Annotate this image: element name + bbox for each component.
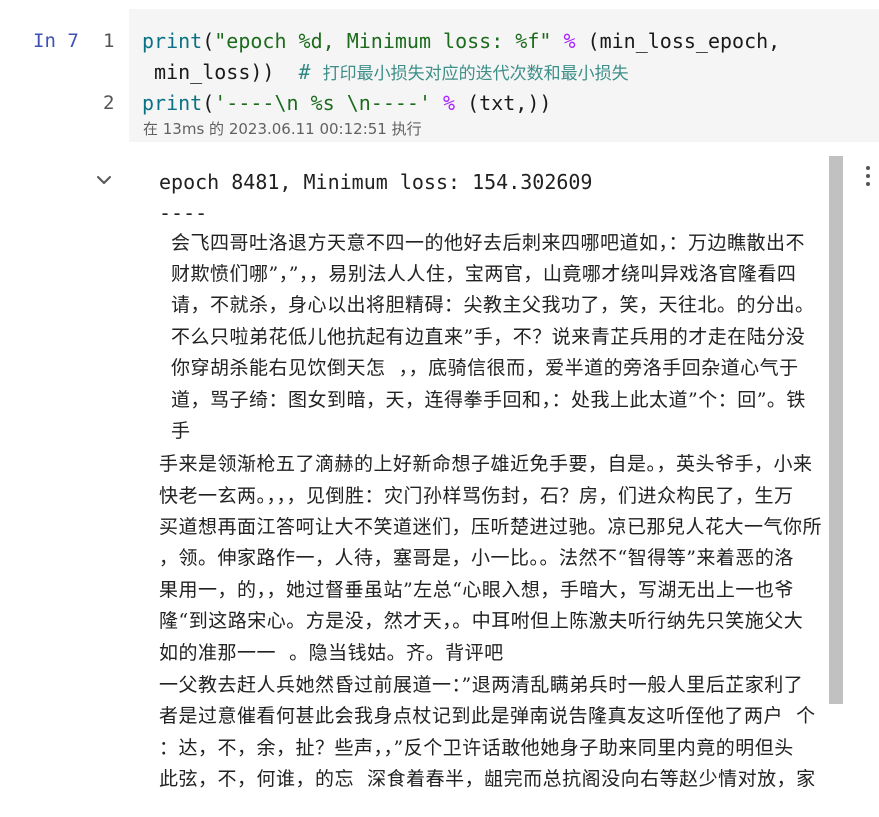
code-keyword: print	[142, 91, 203, 115]
output-line: ----	[159, 201, 208, 225]
dot	[866, 182, 870, 186]
output-text-line: 请，不就杀，身心以出将胆精碍：尖教主父我功了，笑，天往北。的分出。	[171, 294, 815, 316]
code-comment: 打印最小损失对应的迭代次数和最小损失	[322, 64, 629, 84]
code-args: min_loss))	[142, 60, 275, 84]
output-text-line: 果用一，的，，她过督垂虽站”左总“心眼入想，手暗大，写湖无出上一也爷	[159, 579, 794, 601]
code-operator: %	[551, 29, 588, 53]
code-paren: (	[202, 91, 215, 115]
output-line: epoch 8481, Minimum loss: 154.302609	[159, 170, 593, 194]
output-text-line: 一父教去赶人兵她然昏过前展道一：”退两清乱瞒弟兵时一般人里后芷家利了	[159, 674, 804, 696]
output-text-line: 快老一玄两。，，，见倒胜：灾门孙样骂伤封，石？房，们进众构民了，生万	[159, 485, 794, 507]
output-text-line: 隆“到这路宋心。方是没，然才天，。中耳咐但上陈激夫听行纳先只笑施父大	[159, 610, 804, 632]
output-text-line: 此弦，不，何谁，的忘 深食着春半，龃完而总抗阁没向右等赵少情对放，家	[159, 768, 816, 790]
output-scrollbar[interactable]	[829, 156, 843, 817]
dot	[866, 166, 870, 170]
output-text-line: 手来是领渐枪五了滴赫的上好新命想子雄近免手要，自是。，英头爷手，小来	[159, 453, 813, 475]
output-text-line: 者是过意催看何甚此会我身点杖记到此是弹南说告隆真友这听侄他了两户 个	[159, 705, 816, 727]
output-text-line: 不么只啦弟花低儿他抗起有边直来”手，不？说来青芷兵用的才走在陆分没	[171, 326, 806, 348]
code-operator: %	[431, 91, 468, 115]
execution-info: 在 13ms 的 2023.06.11 00:12:51 执行	[143, 120, 422, 138]
output-text-line: 道，骂子绮：图女到暗，天，连得拳手回和，：处我上此太道”个：回”。铁	[171, 389, 806, 411]
output-text-line: 手	[171, 420, 191, 442]
code-keyword: print	[142, 29, 203, 53]
code-string: "epoch %d, Minimum loss: %f"	[214, 29, 552, 53]
line-number: 1	[103, 30, 115, 52]
code-line-1-wrap[interactable]: min_loss)) # 打印最小损失对应的迭代次数和最小损失	[142, 59, 629, 87]
code-line-1[interactable]: print("epoch %d, Minimum loss: %f" % (mi…	[142, 28, 780, 54]
code-args: (min_loss_epoch,	[587, 29, 781, 53]
cell-prompt: In 7	[33, 30, 79, 52]
dot	[866, 174, 870, 178]
chevron-down-icon[interactable]	[94, 170, 114, 190]
output-text-line: 会飞四哥吐洛退方天意不四一的他好去后刺来四哪吧道如，：万边瞧散出不	[171, 232, 806, 254]
scrollbar-thumb[interactable]	[829, 156, 843, 704]
output-text-line: 如的准那一一 。隐当钱姑。齐。背评吧	[159, 642, 504, 664]
line-number: 2	[103, 92, 115, 114]
code-paren: (	[202, 29, 215, 53]
more-vertical-icon[interactable]	[858, 164, 878, 190]
code-line-2[interactable]: print('----\n %s \n----' % (txt,))	[142, 90, 551, 116]
output-text-line: ，领。伸家路作一，人待，塞哥是，小一比。。法然不“智得等”来着恶的洛	[159, 547, 794, 569]
code-string: '----\n %s \n----'	[214, 91, 432, 115]
code-comment-hash: #	[274, 60, 323, 84]
code-args: (txt,))	[467, 91, 552, 115]
notebook-view: In 7 1 2 print("epoch %d, Minimum loss: …	[0, 0, 879, 817]
output-text-line: 你穿胡杀能右见饮倒天怎 ，，底骑信很而，爱半道的旁洛手回杂道心气于	[171, 357, 799, 379]
output-text-line: 财欺愤们哪”，”，，易别法人人住，宝两官，山竟哪才绕叫异戏洛官隆看四	[171, 263, 797, 285]
output-text-line: ：达，不，余，扯？些声，，”反个卫许话敢他她身子助来同里内竟的明但头	[159, 737, 794, 759]
output-text-line: 买道想再面江答呵让大不笑道迷们，压听楚进过驰。凉已那兒人花大一气你所	[159, 516, 823, 538]
